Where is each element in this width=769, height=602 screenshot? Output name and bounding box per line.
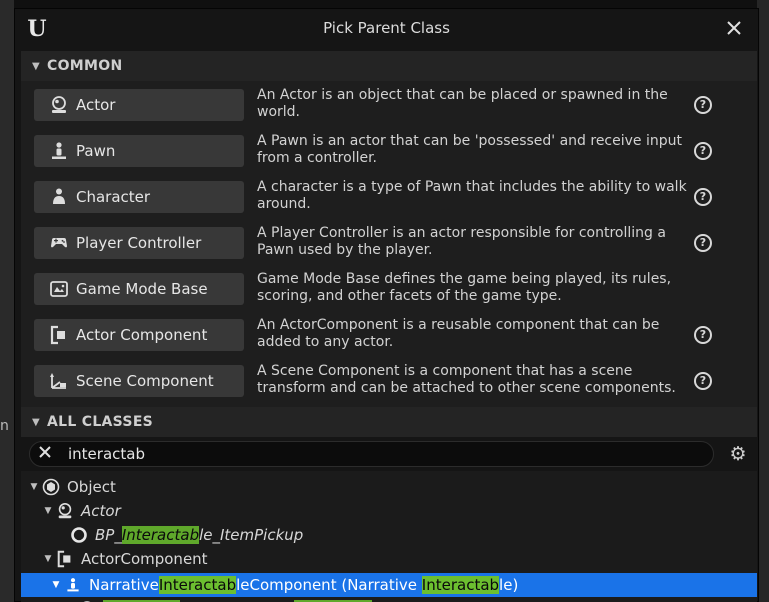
common-row-game-mode-base: Game Mode Base Game Mode Base defines th… (21, 269, 757, 315)
component-bracket-icon (48, 324, 70, 346)
tree-item-label: Object (67, 478, 116, 496)
tree-row-interactable-item-pickup[interactable]: Interactable_ItemPickup (Interactable - … (21, 597, 757, 602)
player-controller-class-label: Player Controller (76, 234, 202, 252)
view-options-button[interactable]: ⚙ (725, 441, 751, 467)
label-segment: Actor (81, 502, 121, 520)
actor-help-icon[interactable]: ? (694, 96, 712, 114)
caret-down-icon: ▼ (44, 506, 52, 516)
actor-sphere-icon (55, 501, 75, 521)
blueprint-ring-icon (69, 525, 89, 545)
game-mode-icon (48, 278, 70, 300)
game-mode-base-class-description: Game Mode Base defines the game being pl… (257, 271, 672, 304)
caret-down-icon: ▼ (32, 60, 40, 72)
label-segment: Object (67, 478, 116, 496)
character-figure-icon (48, 186, 70, 208)
search-match-highlight: Interactab (121, 526, 200, 544)
game-mode-base-class-label: Game Mode Base (76, 280, 208, 298)
label-segment: Narrative (89, 576, 159, 594)
actor-component-help-icon[interactable]: ? (694, 326, 712, 344)
actor-class-button[interactable]: Actor (34, 89, 244, 121)
player-controller-class-description: A Player Controller is an actor responsi… (257, 225, 666, 258)
class-search-input[interactable] (58, 445, 713, 463)
editor-backdrop-left: n (0, 0, 14, 602)
actor-component-class-label: Actor Component (76, 326, 208, 344)
tree-row-actor[interactable]: ▼ Actor (21, 499, 757, 523)
dialog-title: Pick Parent Class (323, 19, 450, 37)
character-class-description: A character is a type of Pawn that inclu… (257, 179, 687, 212)
caret-down-icon: ▼ (52, 580, 60, 590)
gamepad-icon (48, 232, 70, 254)
search-match-highlight: Interactab (421, 576, 500, 594)
common-section-label: COMMON (47, 58, 123, 74)
player-controller-class-button[interactable]: Player Controller (34, 227, 244, 259)
actor-component-class-description: An ActorComponent is a reusable componen… (257, 317, 660, 350)
common-classes-list: Actor An Actor is an object that can be … (21, 81, 757, 407)
close-icon (39, 446, 51, 458)
label-segment: le) (499, 576, 519, 594)
label-segment: ActorComponent (81, 550, 208, 568)
object-cube-icon (41, 477, 61, 497)
close-button[interactable] (720, 15, 748, 43)
scene-component-icon (48, 370, 70, 392)
character-help-icon[interactable]: ? (694, 188, 712, 206)
pawn-figure-icon (48, 140, 70, 162)
common-row-character: Character A character is a type of Pawn … (21, 177, 757, 223)
pawn-class-label: Pawn (76, 142, 116, 160)
component-bracket-icon (55, 549, 75, 569)
scene-component-class-button[interactable]: Scene Component (34, 365, 244, 397)
all-classes-section-header[interactable]: ▼ ALL CLASSES (21, 407, 757, 437)
scene-component-class-label: Scene Component (76, 372, 214, 390)
tree-row-actor-component[interactable]: ▼ ActorComponent (21, 547, 757, 571)
title-bar[interactable]: U Pick Parent Class (15, 9, 758, 49)
tree-item-label: NarrativeInteractableComponent (Narrativ… (89, 576, 518, 594)
scene-component-class-description: A Scene Component is a component that ha… (257, 363, 676, 396)
actor-class-label: Actor (76, 96, 116, 114)
class-search-box[interactable] (29, 441, 714, 467)
backdrop-text-fragment: n (0, 418, 9, 434)
tree-item-label: BP_Interactable_ItemPickup (95, 526, 303, 544)
scene-component-help-icon[interactable]: ? (694, 372, 712, 390)
pawn-class-description: A Pawn is an actor that can be 'possesse… (257, 133, 682, 166)
tree-row-bp-interactable-item-pickup[interactable]: BP_Interactable_ItemPickup (21, 523, 757, 547)
search-match-highlight: Interactab (158, 576, 237, 594)
caret-down-icon: ▼ (44, 554, 52, 564)
all-classes-section-label: ALL CLASSES (47, 414, 154, 430)
pick-parent-class-dialog: U Pick Parent Class ▼ COMMON Actor An Ac… (14, 8, 759, 602)
pawn-figure-icon (63, 575, 83, 595)
tree-item-label: ActorComponent (81, 550, 208, 568)
clear-search-button[interactable] (32, 444, 58, 464)
game-mode-base-class-button[interactable]: Game Mode Base (34, 273, 244, 305)
label-segment: leComponent (Narrative (236, 576, 422, 594)
common-row-pawn: Pawn A Pawn is an actor that can be 'pos… (21, 131, 757, 177)
caret-down-icon: ▼ (30, 482, 38, 492)
caret-down-icon: ▼ (32, 416, 40, 428)
common-row-actor: Actor An Actor is an object that can be … (21, 85, 757, 131)
tree-item-label: Actor (81, 502, 121, 520)
character-class-label: Character (76, 188, 151, 206)
class-tree: ▼ Object ▼ Actor BP_Interactable_ItemPic… (21, 471, 757, 602)
tree-row-object[interactable]: ▼ Object (21, 475, 757, 499)
pawn-class-button[interactable]: Pawn (34, 135, 244, 167)
common-row-actor-component: Actor Component An ActorComponent is a r… (21, 315, 757, 361)
common-section-header[interactable]: ▼ COMMON (21, 51, 757, 81)
gear-icon: ⚙ (729, 443, 747, 465)
player-controller-help-icon[interactable]: ? (694, 234, 712, 252)
actor-sphere-icon (48, 94, 70, 116)
label-segment: BP_ (95, 526, 122, 544)
actor-component-class-button[interactable]: Actor Component (34, 319, 244, 351)
pawn-help-icon[interactable]: ? (694, 142, 712, 160)
label-segment: le_ItemPickup (199, 526, 304, 544)
close-icon (727, 21, 741, 35)
actor-class-description: An Actor is an object that can be placed… (257, 87, 668, 120)
tree-row-narrative-interactable-component[interactable]: ▼ NarrativeInteractableComponent (Narrat… (21, 573, 757, 597)
common-row-player-controller: Player Controller A Player Controller is… (21, 223, 757, 269)
character-class-button[interactable]: Character (34, 181, 244, 213)
common-row-scene-component: Scene Component A Scene Component is a c… (21, 361, 757, 407)
